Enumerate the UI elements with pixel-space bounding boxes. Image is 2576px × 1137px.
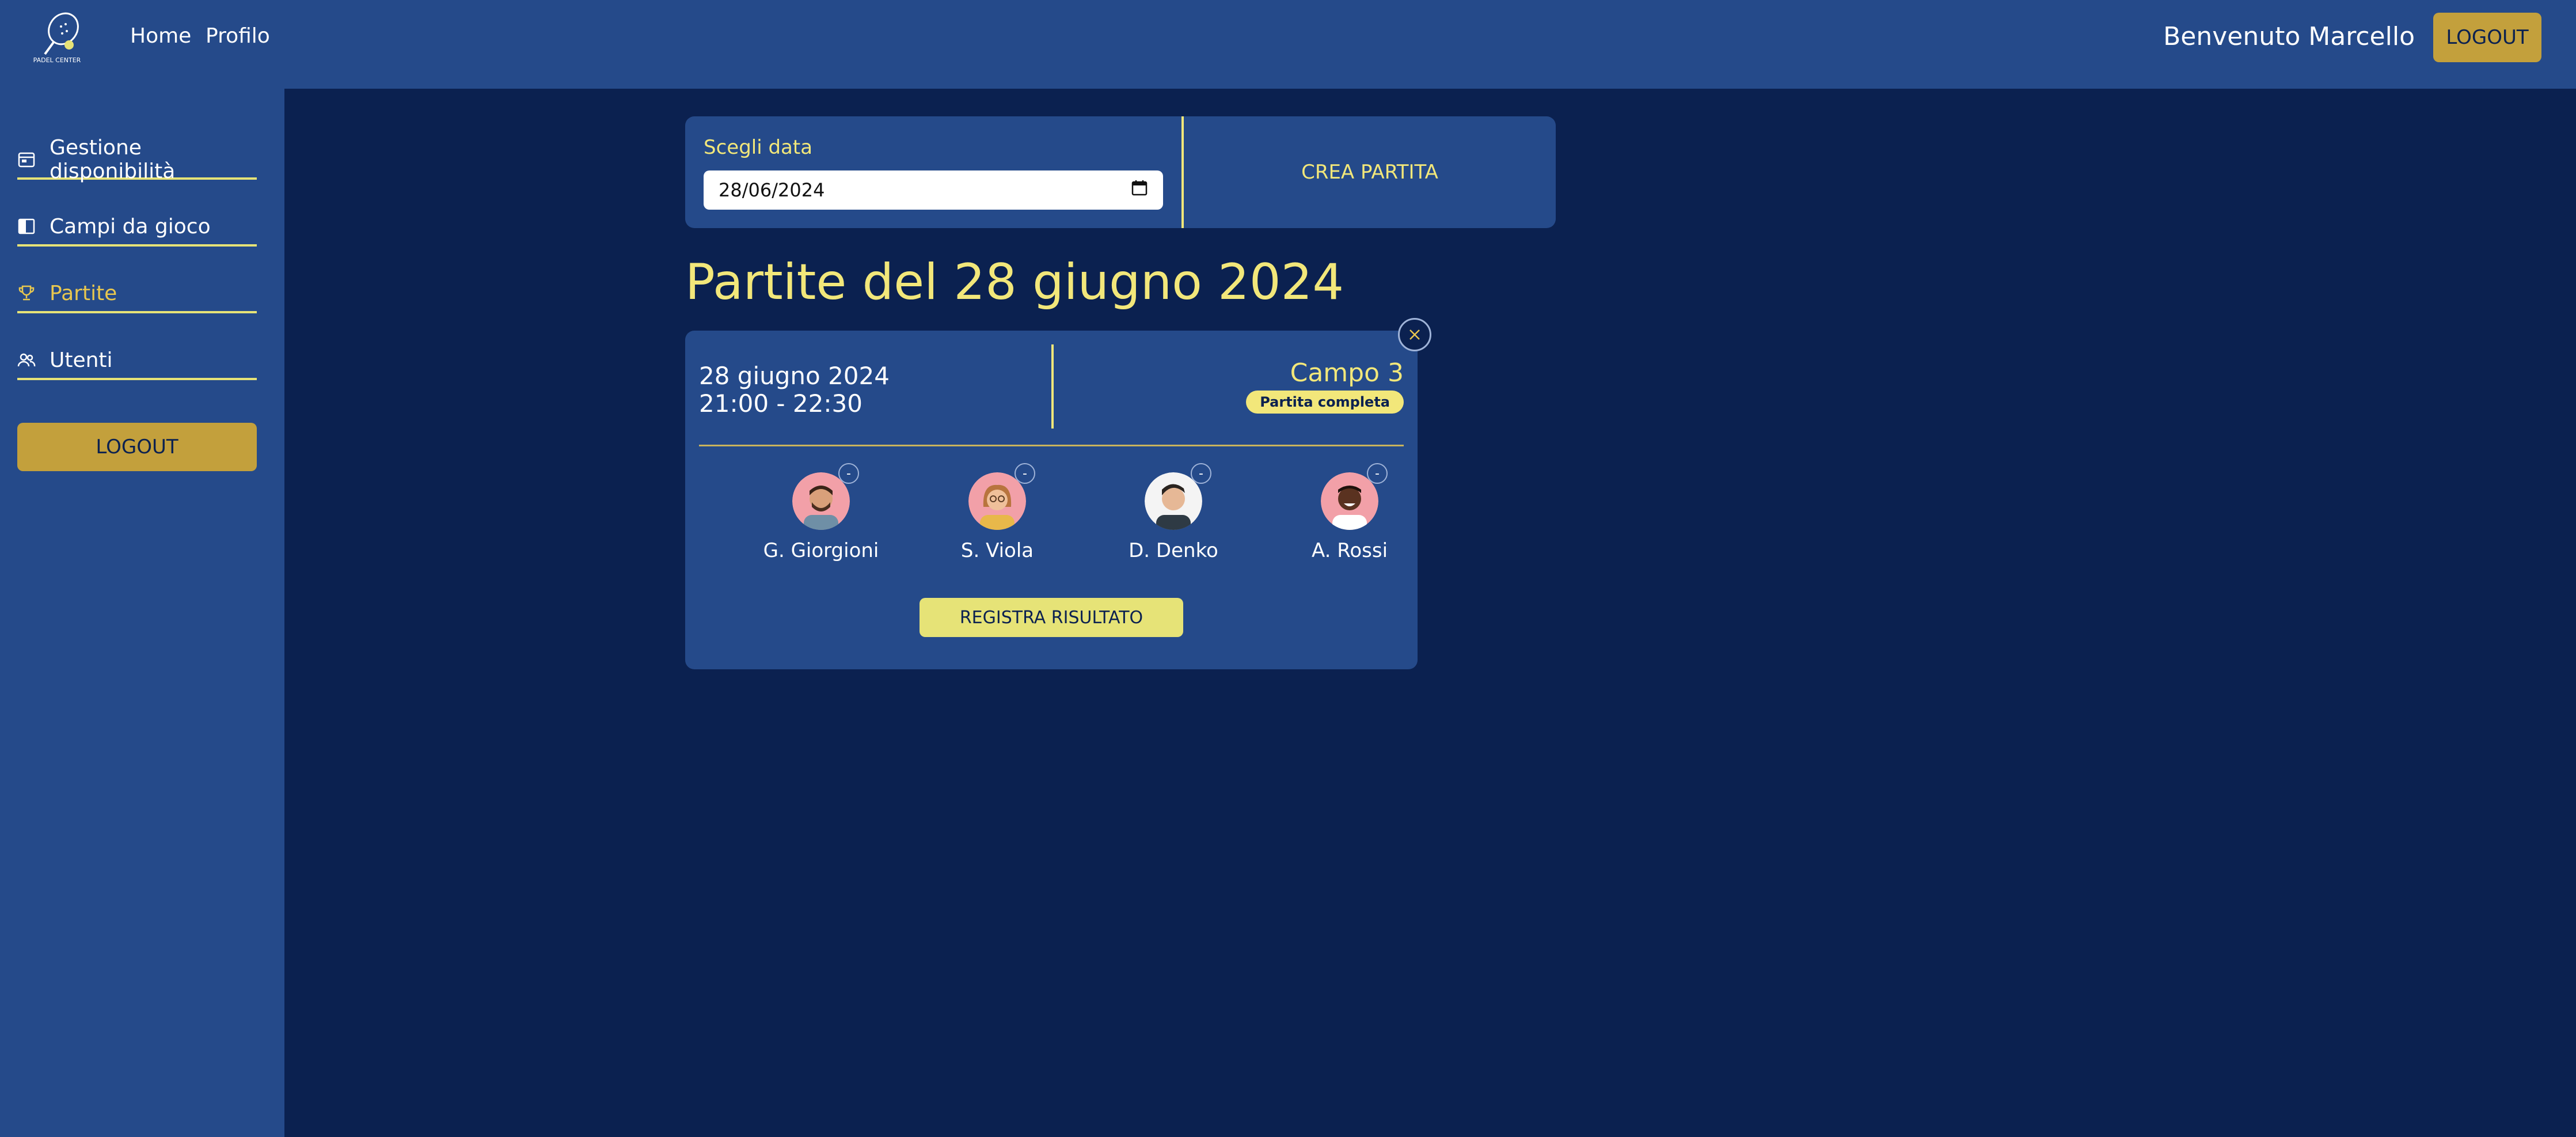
avatar: - xyxy=(1145,463,1211,530)
nav-profile-link[interactable]: Profilo xyxy=(206,24,270,48)
sidebar-item-matches[interactable]: Partite xyxy=(17,275,257,313)
player-name: A. Rossi xyxy=(1311,539,1388,562)
create-match-button[interactable]: CREA PARTITA xyxy=(1184,116,1556,228)
sidebar-item-users[interactable]: Utenti xyxy=(17,342,257,380)
sidebar-item-label: Utenti xyxy=(50,348,113,372)
avatar: - xyxy=(792,463,859,530)
sidebar-item-label: Partite xyxy=(50,281,117,305)
match-time: 21:00 - 22:30 xyxy=(699,389,863,418)
sidebar-item-label: Gestione disponibilità xyxy=(50,136,176,183)
page-title: Partite del 28 giugno 2024 xyxy=(685,253,1344,311)
close-match-button[interactable] xyxy=(1398,318,1431,351)
calendar-picker-icon[interactable] xyxy=(1131,179,1148,201)
date-value: 28/06/2024 xyxy=(719,179,825,201)
sidebar-logout-button[interactable]: LOGOUT xyxy=(17,423,257,471)
player-name: D. Denko xyxy=(1129,539,1218,562)
player-slot: - A. Rossi xyxy=(1275,463,1424,562)
top-navbar: PADEL CENTER Home Profilo Benvenuto Marc… xyxy=(0,0,2576,89)
welcome-message: Benvenuto Marcello xyxy=(2163,22,2415,51)
court-icon xyxy=(17,217,36,236)
svg-text:PADEL CENTER: PADEL CENTER xyxy=(33,56,81,64)
remove-player-button[interactable]: - xyxy=(1367,463,1388,484)
match-court: Campo 3 xyxy=(1290,358,1404,388)
remove-player-button[interactable]: - xyxy=(838,463,859,484)
status-badge: Partita completa xyxy=(1246,391,1404,414)
padel-center-logo[interactable]: PADEL CENTER xyxy=(25,8,89,66)
nav-home-link[interactable]: Home xyxy=(130,24,191,48)
match-horizontal-divider xyxy=(699,445,1404,446)
avatar: - xyxy=(968,463,1035,530)
sidebar: Gestione disponibilità Campi da gioco Pa… xyxy=(0,89,284,1137)
player-slot: - G. Giorgioni xyxy=(746,463,896,562)
player-name: G. Giorgioni xyxy=(763,539,879,562)
date-picker-panel: Scegli data 28/06/2024 CREA PARTITA xyxy=(685,116,1556,228)
date-label: Scegli data xyxy=(704,136,813,159)
date-input[interactable]: 28/06/2024 xyxy=(704,170,1163,210)
sidebar-item-courts[interactable]: Campi da gioco xyxy=(17,209,257,247)
remove-player-button[interactable]: - xyxy=(1191,463,1211,484)
sidebar-item-label: Campi da gioco xyxy=(50,214,211,238)
remove-player-button[interactable]: - xyxy=(1015,463,1035,484)
player-slot: - S. Viola xyxy=(922,463,1072,562)
close-icon xyxy=(1409,329,1420,340)
register-result-button[interactable]: REGISTRA RISULTATO xyxy=(920,598,1183,637)
match-divider xyxy=(1051,344,1054,429)
users-icon xyxy=(17,351,36,369)
sidebar-item-availability[interactable]: Gestione disponibilità xyxy=(17,136,257,183)
calendar-icon xyxy=(17,150,36,169)
player-slot: - D. Denko xyxy=(1099,463,1248,562)
player-name: S. Viola xyxy=(960,539,1034,562)
avatar: - xyxy=(1321,463,1388,530)
match-date: 28 giugno 2024 xyxy=(699,362,890,390)
header-logout-button[interactable]: LOGOUT xyxy=(2433,13,2541,62)
trophy-icon xyxy=(17,284,36,302)
match-card: 28 giugno 2024 21:00 - 22:30 Campo 3 Par… xyxy=(685,331,1418,669)
